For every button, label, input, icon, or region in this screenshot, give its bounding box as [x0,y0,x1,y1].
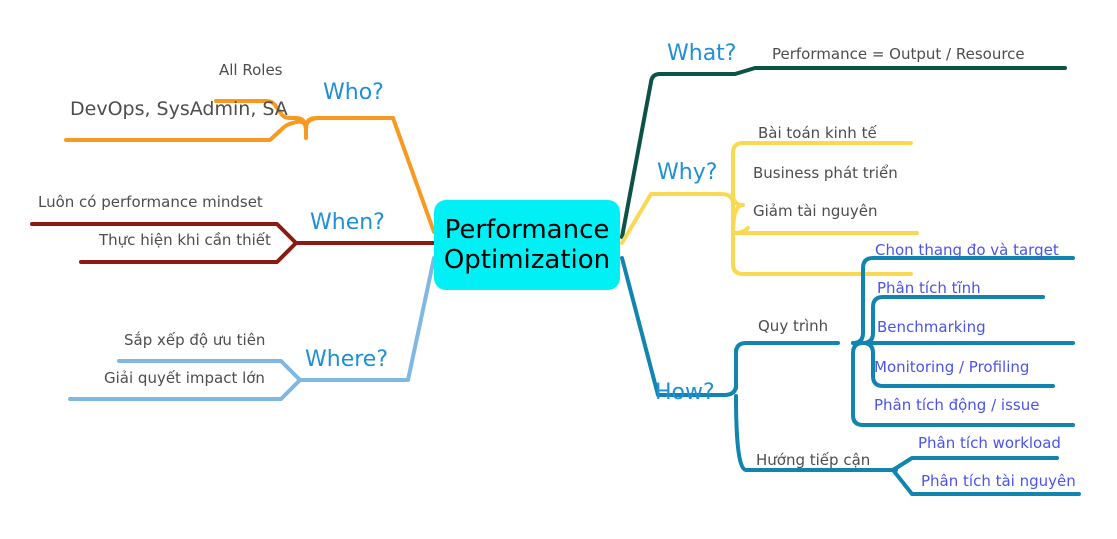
leaf-benchmarking[interactable]: Benchmarking [877,320,986,335]
mindmap-canvas: Performance Optimization Who? When? Wher… [0,0,1117,539]
leaf-performance-formula[interactable]: Performance = Output / Resource [772,47,1025,62]
leaf-giai-quyet-impact-lon[interactable]: Giải quyết impact lớn [104,371,265,386]
leaf-chon-thang-do-va-target[interactable]: Chọn thang đo và target [875,243,1059,258]
question-label-where[interactable]: Where? [305,349,388,371]
leaf-giam-tai-nguyen[interactable]: Giảm tài nguyên [753,204,878,219]
question-label-why[interactable]: Why? [657,162,717,184]
question-label-who[interactable]: Who? [323,82,384,104]
question-label-when[interactable]: When? [310,212,385,234]
central-node[interactable]: Performance Optimization [434,200,620,290]
question-label-how[interactable]: How? [655,382,715,404]
leaf-all-roles[interactable]: All Roles [219,63,283,78]
leaf-thuc-hien-khi-can-thiet[interactable]: Thực hiện khi cần thiết [99,233,271,248]
central-node-line2: Optimization [443,245,611,275]
leaf-phan-tich-tinh[interactable]: Phân tích tĩnh [877,281,981,296]
leaf-phan-tich-workload[interactable]: Phân tích workload [918,436,1061,451]
central-node-line1: Performance [444,214,610,245]
group-label-huong-tiep-can[interactable]: Hướng tiếp cận [756,453,870,468]
leaf-business-phat-trien[interactable]: Business phát triển [753,166,898,181]
question-label-what[interactable]: What? [667,43,736,65]
leaf-monitoring-profiling[interactable]: Monitoring / Profiling [874,360,1029,375]
leaf-bai-toan-kinh-te[interactable]: Bài toán kinh tế [758,126,877,141]
leaf-performance-mindset[interactable]: Luôn có performance mindset [38,195,263,210]
group-label-quy-trinh[interactable]: Quy trình [758,319,828,334]
leaf-phan-tich-tai-nguyen[interactable]: Phân tích tài nguyên [921,474,1076,489]
leaf-phan-tich-dong-issue[interactable]: Phân tích động / issue [874,398,1039,413]
leaf-sap-xep-do-uu-tien[interactable]: Sắp xếp độ ưu tiên [124,333,265,348]
leaf-devops-sysadmin-sa[interactable]: DevOps, SysAdmin, SA [70,100,288,119]
